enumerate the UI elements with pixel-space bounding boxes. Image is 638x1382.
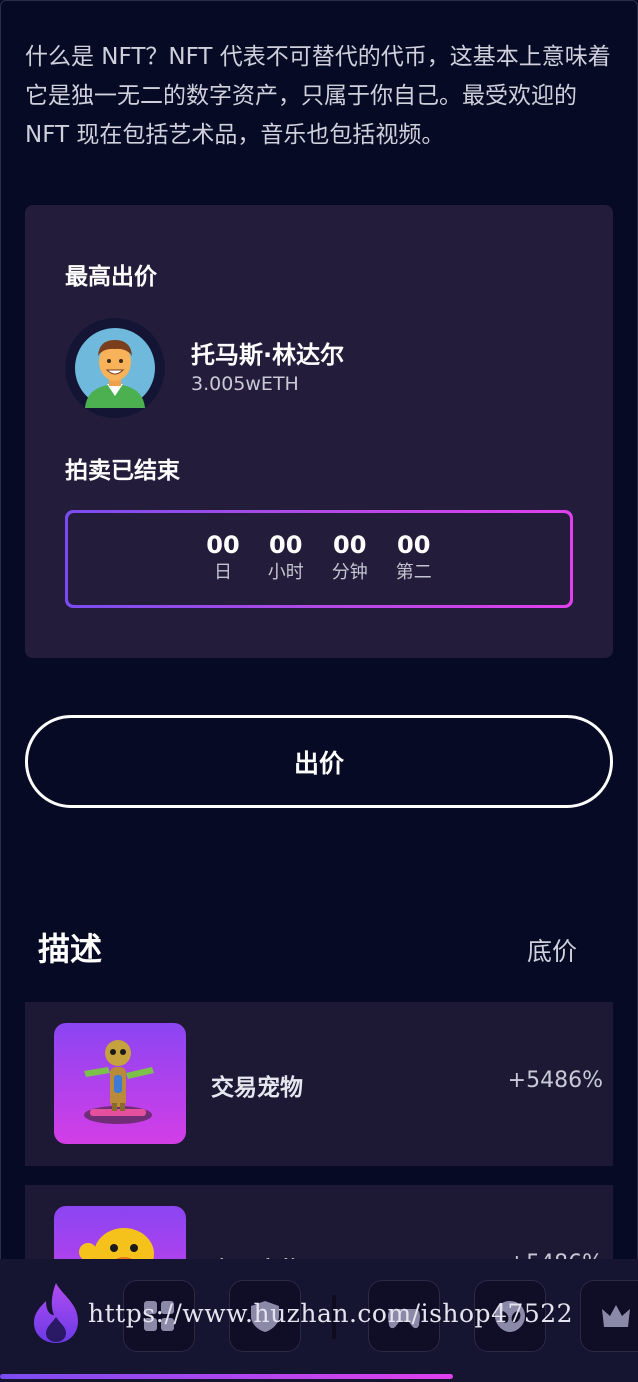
countdown-label: 日 — [214, 562, 232, 583]
bidder-name[interactable]: 托马斯·林达尔 — [191, 335, 344, 370]
tab-crown[interactable] — [580, 1280, 638, 1352]
place-bid-button[interactable]: 出价 — [25, 715, 613, 808]
countdown-seconds: 00 第二 — [396, 531, 432, 587]
countdown-label: 分钟 — [331, 562, 368, 583]
bid-amount: 3.005wETH — [191, 373, 299, 395]
flame-logo-icon[interactable] — [28, 1281, 84, 1345]
countdown-label: 第二 — [395, 562, 432, 583]
collection-thumbnail — [54, 1023, 186, 1144]
highest-bid-card: 最高出价 托马斯·林达尔 3.005wETH 拍卖已结束 00 日 00 小时 — [25, 205, 613, 658]
description-heading: 描述 — [38, 930, 103, 968]
countdown-hours: 00 小时 — [268, 531, 304, 587]
bidder-avatar[interactable] — [65, 318, 165, 418]
avatar-illustration — [75, 328, 155, 408]
highest-bid-title: 最高出价 — [65, 264, 157, 290]
floor-price-label: 底价 — [527, 937, 578, 966]
countdown-value: 00 — [333, 531, 367, 559]
crown-icon — [602, 1305, 630, 1327]
countdown-label: 小时 — [267, 562, 304, 583]
countdown-minutes: 00 分钟 — [332, 531, 368, 587]
countdown-timer: 00 日 00 小时 00 分钟 00 第二 — [65, 510, 573, 608]
scroll-progress-bar — [0, 1374, 453, 1379]
countdown-days: 00 日 — [206, 531, 239, 587]
watermark-url: https://www.huzhan.com/ishop47522 — [88, 1299, 574, 1328]
collection-name: 交易宠物 — [211, 1075, 303, 1101]
bottom-navigation: https://www.huzhan.com/ishop47522 — [0, 1259, 638, 1382]
countdown-value: 00 — [397, 531, 431, 559]
collection-row[interactable]: 交易宠物 +5486% — [25, 1002, 613, 1166]
countdown-value: 00 — [269, 531, 303, 559]
countdown-value: 00 — [206, 531, 240, 559]
collection-change: +5486% — [507, 1068, 603, 1093]
robot-skateboard-image — [84, 1040, 154, 1124]
auction-status: 拍卖已结束 — [65, 458, 180, 484]
intro-text: 什么是 NFT？NFT 代表不可替代的代币，这基本上意味着 它是独一无二的数字资… — [25, 44, 611, 148]
